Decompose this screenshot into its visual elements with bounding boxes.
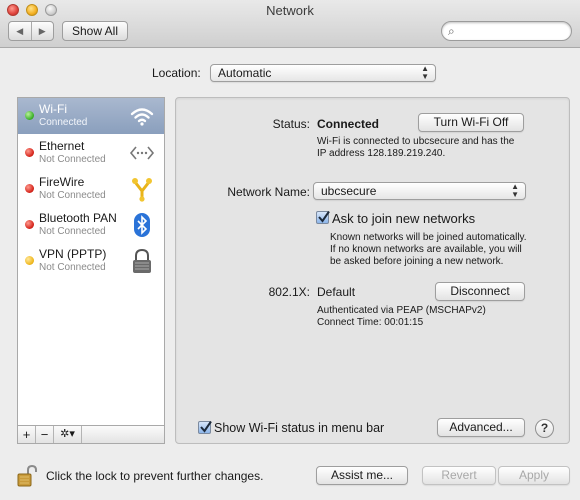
- status-label: Status:: [272, 117, 310, 131]
- service-status: Not Connected: [39, 262, 106, 273]
- vpn-lock-icon: [133, 248, 151, 273]
- forward-arrow-icon[interactable]: ▶: [30, 22, 54, 40]
- ask-join-description-line2: If no known networks are available, you …: [330, 244, 522, 255]
- service-status: Not Connected: [39, 190, 106, 201]
- show-all-button[interactable]: Show All: [62, 21, 128, 41]
- service-item-ethernet[interactable]: Ethernet Not Connected: [18, 135, 164, 171]
- status-dot-icon: [25, 148, 34, 157]
- checkmark-icon: [318, 210, 330, 223]
- service-item-wifi[interactable]: Wi-Fi Connected: [18, 98, 164, 134]
- disconnect-button[interactable]: Disconnect: [435, 282, 525, 301]
- auth-info-line1: Authenticated via PEAP (MSCHAPv2): [317, 305, 486, 316]
- search-field: ⌕: [441, 21, 572, 41]
- help-button[interactable]: ?: [535, 419, 554, 438]
- lock-icon[interactable]: [17, 465, 37, 487]
- service-name: Ethernet: [39, 139, 85, 153]
- service-item-bluetooth-pan[interactable]: Bluetooth PAN Not Connected: [18, 207, 164, 243]
- checkmark-icon: [200, 420, 212, 433]
- service-status: Not Connected: [39, 226, 106, 237]
- ask-join-description-line3: be asked before joining a new network.: [330, 256, 504, 267]
- service-status: Not Connected: [39, 154, 106, 165]
- auth-info-line2: Connect Time: 00:01:15: [317, 317, 424, 328]
- network-name-select[interactable]: ubcsecure ▲ ▼: [313, 182, 526, 200]
- 8021x-value: Default: [317, 285, 356, 299]
- status-dot-icon: [25, 220, 34, 229]
- apply-button[interactable]: Apply: [498, 466, 570, 485]
- network-name-value: ubcsecure: [321, 184, 377, 198]
- 8021x-label: 802.1X:: [268, 285, 310, 299]
- status-description-line1: Wi-Fi is connected to ubcsecure and has …: [317, 136, 515, 147]
- show-status-checkbox[interactable]: [198, 420, 212, 434]
- service-status: Connected: [39, 117, 88, 128]
- location-value: Automatic: [218, 66, 272, 80]
- remove-service-button[interactable]: −: [36, 426, 54, 443]
- service-name: VPN (PPTP): [39, 247, 107, 261]
- advanced-button[interactable]: Advanced...: [437, 418, 525, 437]
- ethernet-icon: [129, 146, 155, 160]
- ask-join-checkbox[interactable]: [316, 210, 330, 224]
- updown-arrows-icon: ▲ ▼: [511, 182, 519, 199]
- location-label: Location:: [152, 66, 201, 80]
- service-name: Bluetooth PAN: [39, 211, 117, 225]
- network-name-label: Network Name:: [227, 185, 310, 199]
- wifi-icon: [130, 108, 154, 126]
- status-description-line2: IP address 128.189.219.240.: [317, 148, 446, 159]
- status-dot-icon: [25, 111, 34, 120]
- ask-join-description-line1: Known networks will be joined automatica…: [330, 232, 527, 243]
- firewire-icon: [132, 178, 152, 202]
- service-item-vpn[interactable]: VPN (PPTP) Not Connected: [18, 243, 164, 279]
- search-icon: ⌕: [448, 24, 455, 38]
- search-input[interactable]: [462, 23, 566, 39]
- service-item-firewire[interactable]: FireWire Not Connected: [18, 171, 164, 207]
- status-value: Connected: [317, 117, 380, 131]
- add-service-button[interactable]: +: [18, 426, 36, 443]
- back-arrow-icon[interactable]: ◀: [9, 22, 31, 40]
- network-preferences-window: Network ◀ ▶ Show All ⌕ Location: Automat…: [0, 0, 580, 500]
- service-name: Wi-Fi: [39, 102, 67, 116]
- ask-join-label[interactable]: Ask to join new networks: [332, 211, 475, 226]
- status-dot-icon: [25, 184, 34, 193]
- bluetooth-icon: [134, 213, 150, 237]
- assist-me-button[interactable]: Assist me...: [316, 466, 408, 485]
- service-list: Wi-Fi Connected Ethernet Not Connected F…: [17, 97, 165, 444]
- window-title: Network: [266, 3, 314, 18]
- turn-wifi-off-button[interactable]: Turn Wi-Fi Off: [418, 113, 524, 132]
- location-select[interactable]: Automatic ▲ ▼: [210, 64, 436, 82]
- title-bar: Network ◀ ▶ Show All ⌕: [0, 0, 580, 48]
- lock-message: Click the lock to prevent further change…: [46, 469, 264, 483]
- status-dot-icon: [25, 256, 34, 265]
- show-status-label[interactable]: Show Wi-Fi status in menu bar: [214, 421, 384, 435]
- updown-arrows-icon: ▲ ▼: [421, 64, 429, 81]
- revert-button[interactable]: Revert: [422, 466, 496, 485]
- back-forward-control: ◀ ▶: [8, 21, 54, 41]
- service-list-toolbar: + − ✲▾: [17, 425, 165, 444]
- gear-menu-button[interactable]: ✲▾: [54, 426, 82, 443]
- service-name: FireWire: [39, 175, 85, 189]
